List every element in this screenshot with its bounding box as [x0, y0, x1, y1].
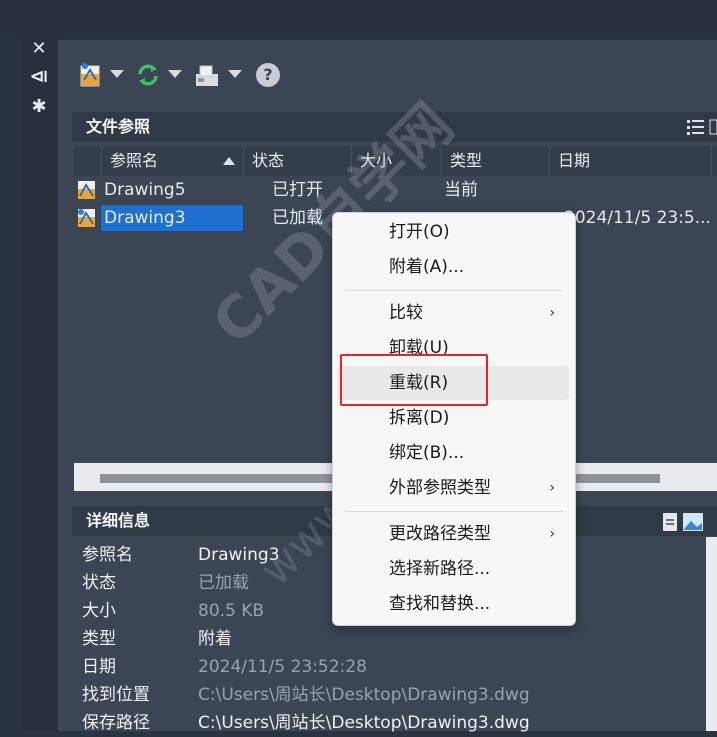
- menu-item-label: 选择新路径...: [389, 559, 491, 579]
- column-size-label: 大小: [360, 151, 393, 170]
- column-header-name[interactable]: 参照名: [102, 146, 244, 176]
- chevron-right-icon: ›: [549, 526, 555, 542]
- detail-row: 保存路径 C:\Users\周站长\Desktop\Drawing3.dwg: [74, 709, 706, 737]
- menu-item-label: 外部参照类型: [389, 478, 491, 498]
- menu-item-change-path-type[interactable]: 更改路径类型 ›: [337, 517, 569, 551]
- column-header-type[interactable]: 类型: [442, 146, 550, 176]
- menu-item-bind[interactable]: 绑定(B)...: [337, 436, 569, 470]
- column-header-size[interactable]: 大小: [352, 146, 442, 176]
- highlight-annotation-box: [340, 354, 488, 406]
- detail-value[interactable]: 附着: [198, 625, 232, 653]
- menu-item-label: 绑定(B)...: [389, 443, 465, 463]
- column-type-label: 类型: [450, 151, 483, 170]
- list-view-icon[interactable]: [677, 118, 717, 136]
- menu-item-label: 打开(O): [389, 222, 450, 242]
- bind-dropdown-chevron-down-icon[interactable]: [228, 70, 242, 78]
- detail-row: 找到位置 C:\Users\周站长\Desktop\Drawing3.dwg: [74, 681, 706, 709]
- menu-item-attach[interactable]: 附着(A)...: [337, 250, 569, 284]
- detail-value: 已加载: [198, 573, 249, 593]
- detail-key: 保存路径: [82, 713, 150, 733]
- menu-item-label: 比较: [389, 303, 423, 323]
- file-references-column-header: 参照名 状态 大小 类型 日期: [74, 146, 717, 176]
- file-references-title: 文件参照: [86, 117, 151, 136]
- detail-row: 类型 附着: [74, 625, 706, 653]
- column-header-status[interactable]: 状态: [244, 146, 352, 176]
- menu-item-select-new-path[interactable]: 选择新路径...: [337, 552, 569, 586]
- table-row[interactable]: Drawing5 已打开 当前: [74, 176, 717, 204]
- context-menu: 打开(O) 附着(A)... 比较 › 卸载(U) 重载(R) 拆离(D) 绑定(…: [332, 212, 576, 626]
- attach-dropdown-chevron-down-icon[interactable]: [110, 70, 124, 78]
- menu-separator: [345, 290, 563, 291]
- close-icon[interactable]: ✕: [28, 38, 50, 60]
- column-header-date[interactable]: 日期: [550, 146, 712, 176]
- menu-item-compare[interactable]: 比较 ›: [337, 296, 569, 330]
- column-name-label: 参照名: [110, 151, 159, 170]
- attach-dwg-icon[interactable]: [78, 60, 104, 90]
- column-icon-spacer: [74, 146, 102, 176]
- ref-status: 已加载: [272, 208, 323, 228]
- details-title: 详细信息: [86, 511, 151, 530]
- detail-value[interactable]: Drawing3: [198, 541, 280, 569]
- details-preview-toggle-icons[interactable]: [657, 512, 717, 532]
- vertical-scrollbar[interactable]: [706, 537, 717, 731]
- dwg-xref-icon: [78, 209, 95, 227]
- detail-key: 类型: [82, 629, 116, 649]
- file-references-header[interactable]: 文件参照: [72, 112, 717, 142]
- auto-hide-icon[interactable]: ⧏: [28, 66, 50, 88]
- dwg-file-icon: [78, 181, 95, 199]
- chevron-right-icon: ›: [549, 305, 555, 321]
- menu-item-label: 附着(A)...: [389, 257, 465, 277]
- title-strip: [0, 0, 717, 34]
- detail-key: 大小: [82, 601, 116, 621]
- detail-key: 参照名: [82, 545, 133, 565]
- menu-item-open[interactable]: 打开(O): [337, 215, 569, 249]
- ref-name: Drawing5: [104, 180, 186, 200]
- menu-item-label: 查找和替换...: [389, 594, 491, 614]
- detail-value: C:\Users\周站长\Desktop\Drawing3.dwg: [198, 685, 530, 705]
- menu-item-xref-type[interactable]: 外部参照类型 ›: [337, 471, 569, 505]
- bind-icon[interactable]: [194, 60, 222, 90]
- menu-item-label: 拆离(D): [389, 408, 450, 428]
- menu-separator: [345, 511, 563, 512]
- detail-key: 状态: [82, 573, 116, 593]
- menu-item-label: 更改路径类型: [389, 524, 491, 544]
- ref-type: 当前: [444, 180, 478, 200]
- detail-key: 日期: [82, 657, 116, 677]
- refresh-icon[interactable]: [134, 60, 162, 90]
- column-status-label: 状态: [252, 151, 285, 170]
- detail-key: 找到位置: [82, 685, 150, 705]
- detail-row: 日期 2024/11/5 23:52:28: [74, 653, 706, 681]
- chevron-right-icon: ›: [549, 480, 555, 496]
- refresh-dropdown-chevron-down-icon[interactable]: [168, 70, 182, 78]
- sort-ascending-icon: [223, 157, 235, 165]
- menu-item-detach[interactable]: 拆离(D): [337, 401, 569, 435]
- properties-gear-icon[interactable]: ✱: [28, 96, 50, 118]
- ref-name-selected[interactable]: Drawing3: [101, 205, 243, 231]
- palette-sidebar: ✕ ⧏ ✱: [22, 34, 58, 731]
- help-icon[interactable]: ?: [256, 63, 280, 87]
- detail-value: 2024/11/5 23:52:28: [198, 657, 367, 677]
- menu-item-find-replace[interactable]: 查找和替换...: [337, 587, 569, 621]
- ref-date: 2024/11/5 23:5...: [564, 208, 711, 228]
- detail-value[interactable]: C:\Users\周站长\Desktop\Drawing3.dwg: [198, 709, 530, 737]
- ref-status: 已打开: [272, 180, 323, 200]
- column-date-label: 日期: [558, 151, 591, 170]
- detail-value: 80.5 KB: [198, 601, 265, 621]
